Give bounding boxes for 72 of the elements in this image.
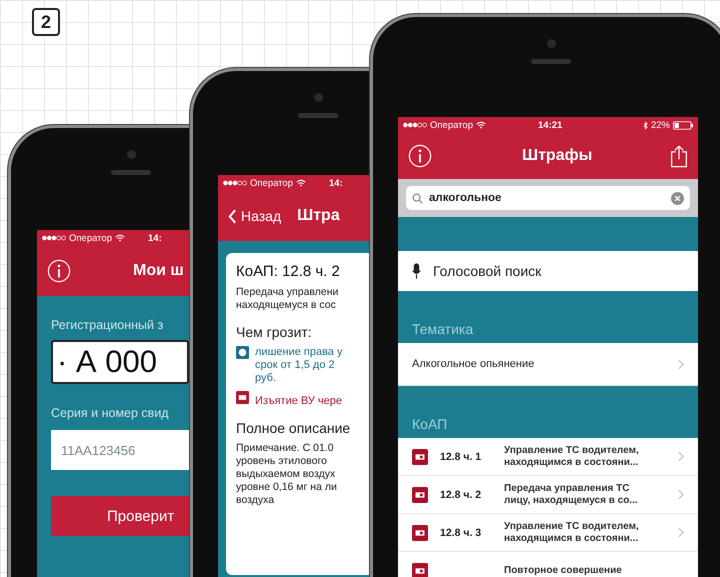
status-time: 14:: [329, 178, 343, 188]
article-code: 12.8 ч. 2: [440, 488, 482, 500]
status-time: 14:21: [538, 120, 562, 130]
info-icon[interactable]: [47, 259, 71, 283]
section-heading: Чем грозит:: [236, 324, 313, 340]
camera-icon: [546, 39, 556, 48]
list-row[interactable]: Алкогольное опьянение: [398, 343, 698, 386]
battery-icon: [673, 120, 693, 130]
earpiece-icon: [111, 170, 151, 175]
share-icon[interactable]: [670, 144, 688, 168]
search-icon: [412, 192, 423, 204]
figure-number: 2: [32, 8, 60, 36]
card-icon: [412, 448, 428, 464]
chevron-icon: [678, 489, 684, 500]
signal-icon: [42, 235, 66, 241]
chevron-icon: [678, 451, 684, 462]
signal-icon: [403, 122, 427, 128]
list-row[interactable]: Повторное совершение: [398, 552, 698, 577]
card-icon: [412, 486, 428, 502]
section-heading: Полное описание: [236, 420, 352, 436]
earpiece-icon: [530, 59, 570, 64]
carrier-name: Оператор: [250, 178, 293, 188]
microphone-icon: [412, 262, 421, 280]
article-description: Повторное совершение: [504, 564, 622, 576]
article-description: Управление ТС водителем, находящимся в состояни...: [504, 520, 639, 544]
screen-title: Штра: [297, 207, 340, 225]
clear-icon[interactable]: [671, 192, 684, 204]
article-code: 12.8 ч. 1: [440, 450, 482, 462]
voice-search-row[interactable]: Голосовой поиск: [398, 251, 698, 291]
card-icon: [412, 524, 428, 540]
fine-summary: Передача управлени находящемуся в сос: [236, 286, 340, 312]
search-field[interactable]: алкогольное: [406, 186, 690, 210]
battery-percent: 22%: [650, 120, 670, 130]
list-row[interactable]: 12.8 ч. 3 Управление ТС водителем, находящимся в состояни...: [398, 514, 698, 552]
plate-number-field[interactable]: · А 000: [51, 340, 189, 384]
wifi-icon: [476, 121, 486, 129]
back-button[interactable]: Назад: [228, 208, 282, 224]
article-description: Управление ТС водителем, находящимся в состояни...: [504, 444, 639, 468]
carrier-name: Оператор: [69, 232, 112, 244]
carrier-name: Оператор: [430, 120, 473, 130]
card-title: КоАП: 12.8 ч. 2: [236, 263, 341, 280]
topic-label: Алкогольное опьянение: [412, 358, 534, 370]
chevron-icon: [678, 358, 684, 370]
back-chevron-icon: [228, 208, 237, 224]
field-label: Регистрационный з: [51, 318, 164, 332]
search-text: алкогольное: [429, 192, 502, 204]
info-icon[interactable]: [408, 144, 432, 168]
penalty-text: лишение права у срок от 1,5 до 2 руб.: [255, 346, 342, 385]
check-button[interactable]: Проверит: [51, 496, 189, 536]
list-row[interactable]: 12.8 ч. 1 Управление ТС водителем, находящимся в состояни...: [398, 438, 698, 476]
status-time: 14:: [148, 232, 162, 244]
camera-icon: [127, 150, 136, 159]
wifi-icon: [115, 234, 125, 242]
list-row[interactable]: 12.8 ч. 2 Передача управления ТС лицу, находящемуся в со...: [398, 476, 698, 514]
article-description: Передача управления ТС лицу, находящемуся в со...: [504, 482, 638, 506]
screen-title: Мои ш: [133, 262, 184, 280]
card-icon: [412, 562, 428, 577]
wifi-icon: [296, 179, 306, 187]
earpiece-icon: [298, 113, 338, 118]
screen-title: Штрафы: [522, 147, 592, 165]
field-label: Серия и номер свид: [51, 406, 170, 420]
license-number-field[interactable]: 11AA123456: [51, 430, 189, 470]
voice-search-label: Голосовой поиск: [433, 263, 542, 279]
bluetooth-icon: [642, 120, 648, 130]
description-text: Примечание. С 01.0 уровень этилового выдыхаемом воздух уровне 0,16 мг на ли воздуха: [236, 442, 338, 507]
section-heading: Тематика: [412, 321, 474, 337]
article-code: 12.8 ч. 3: [440, 526, 482, 538]
section-heading: КоАП: [412, 416, 448, 432]
camera-icon: [314, 93, 323, 102]
chevron-icon: [678, 527, 684, 538]
signal-icon: [223, 180, 247, 186]
penalty-text: Изъятие ВУ чере: [255, 395, 342, 408]
